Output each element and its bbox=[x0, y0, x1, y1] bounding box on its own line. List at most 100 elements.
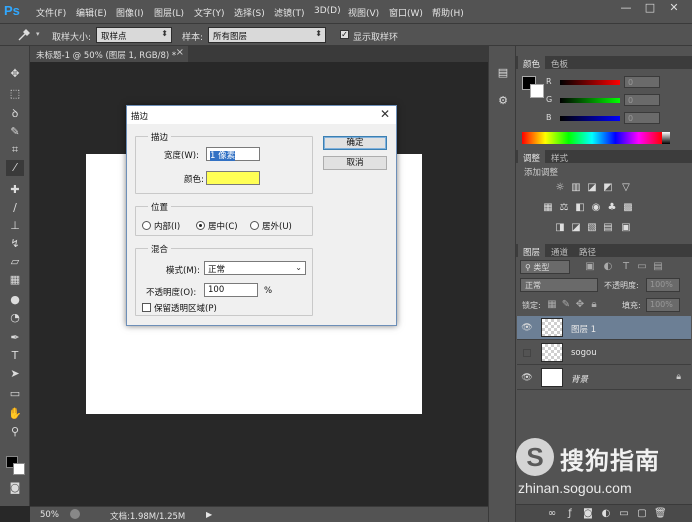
eye-icon[interactable]: 👁︎ bbox=[521, 322, 533, 334]
eraser-tool-icon[interactable]: ▱ bbox=[6, 254, 24, 270]
cancel-button[interactable]: 取消 bbox=[323, 156, 387, 170]
close-icon[interactable]: ✕ bbox=[380, 107, 390, 121]
zoom-level[interactable]: 50% bbox=[40, 510, 59, 520]
quick-select-tool-icon[interactable]: ✎ bbox=[6, 124, 24, 140]
lock-all-icon[interactable]: 🔒︎ bbox=[588, 299, 600, 311]
black-white-icon[interactable]: ◧ bbox=[574, 202, 586, 214]
dialog-titlebar[interactable]: 描边 ✕ bbox=[127, 106, 396, 124]
new-layer-icon[interactable]: ▢ bbox=[636, 508, 648, 520]
color-lookup-icon[interactable]: ▩ bbox=[622, 202, 634, 214]
menu-layer[interactable]: 图层(L) bbox=[154, 6, 184, 19]
vibrance-icon[interactable]: ▽ bbox=[620, 182, 632, 194]
menu-help[interactable]: 帮助(H) bbox=[432, 6, 464, 19]
hand-tool-icon[interactable]: ✋ bbox=[6, 406, 24, 422]
fx-icon[interactable]: ƒ bbox=[564, 508, 576, 520]
green-slider[interactable] bbox=[560, 98, 620, 103]
history-panel-icon[interactable]: ▤ bbox=[494, 64, 512, 82]
menu-image[interactable]: 图像(I) bbox=[116, 6, 144, 19]
blend-mode-select[interactable]: 正常 bbox=[520, 278, 598, 292]
adjustment-layer-icon[interactable]: ◐ bbox=[600, 508, 612, 520]
marquee-tool-icon[interactable]: ⬚ bbox=[6, 86, 24, 102]
layer-row[interactable]: 👁︎ 图层 1 bbox=[517, 316, 691, 340]
filter-shape-icon[interactable]: ▭ bbox=[636, 261, 648, 273]
hue-saturation-icon[interactable]: ▦ bbox=[542, 202, 554, 214]
mode-select[interactable]: 正常 ⌄ bbox=[204, 261, 306, 275]
photo-filter-icon[interactable]: ◉ bbox=[590, 202, 602, 214]
menu-window[interactable]: 窗口(W) bbox=[389, 6, 423, 19]
tab-paths[interactable]: 路径 bbox=[574, 244, 601, 258]
shape-tool-icon[interactable]: ▭ bbox=[6, 386, 24, 402]
color-balance-icon[interactable]: ⚖ bbox=[558, 202, 570, 214]
filter-smart-icon[interactable]: ▤ bbox=[652, 261, 664, 273]
new-group-icon[interactable]: ▭ bbox=[618, 508, 630, 520]
gradient-map-icon[interactable]: ▤ bbox=[602, 222, 614, 234]
menu-file[interactable]: 文件(F) bbox=[36, 6, 66, 19]
eyedropper-tool-icon[interactable]: ⁄ bbox=[6, 160, 24, 176]
threshold-icon[interactable]: ▧ bbox=[586, 222, 598, 234]
blue-value[interactable]: 0 bbox=[624, 112, 660, 124]
menu-select[interactable]: 选择(S) bbox=[234, 6, 265, 19]
link-layers-icon[interactable]: ∞ bbox=[546, 508, 558, 520]
red-value[interactable]: 0 bbox=[624, 76, 660, 88]
path-select-tool-icon[interactable]: ➤ bbox=[6, 366, 24, 382]
tab-swatches[interactable]: 色板 bbox=[546, 56, 573, 70]
restore-icon[interactable]: □ bbox=[638, 1, 662, 16]
grayscale-bar[interactable] bbox=[662, 132, 670, 144]
visibility-off-box[interactable] bbox=[523, 349, 531, 357]
quick-mask-icon[interactable]: ◙ bbox=[6, 480, 24, 496]
minimize-icon[interactable]: — bbox=[614, 1, 638, 16]
stroke-color-swatch[interactable] bbox=[206, 171, 260, 185]
layer-filter-select[interactable]: ⚲ 类型 bbox=[520, 260, 570, 274]
document-tab[interactable]: 未标题-1 @ 50% (图层 1, RGB/8) * × bbox=[30, 46, 188, 62]
type-tool-icon[interactable]: T bbox=[6, 348, 24, 364]
menu-edit[interactable]: 编辑(E) bbox=[76, 6, 107, 19]
tab-color[interactable]: 颜色 bbox=[518, 56, 546, 70]
trash-icon[interactable]: 🗑︎ bbox=[654, 508, 667, 520]
red-slider[interactable] bbox=[560, 80, 620, 85]
close-tab-icon[interactable]: × bbox=[176, 47, 184, 58]
crop-tool-icon[interactable]: ⌗ bbox=[6, 142, 24, 158]
status-menu-arrow-icon[interactable]: ▶ bbox=[206, 510, 212, 519]
eye-icon[interactable]: 👁︎ bbox=[521, 372, 533, 384]
green-value[interactable]: 0 bbox=[624, 94, 660, 106]
brush-tool-icon[interactable]: ∕ bbox=[6, 200, 24, 216]
show-ring-checkbox[interactable]: ✓ bbox=[340, 30, 349, 39]
lock-pixels-icon[interactable]: ✎ bbox=[560, 299, 572, 311]
exposure-icon[interactable]: ◩ bbox=[602, 182, 614, 194]
position-outside-radio[interactable] bbox=[250, 221, 259, 230]
lock-position-icon[interactable]: ✥ bbox=[574, 299, 586, 311]
lasso-tool-icon[interactable]: ꝺ bbox=[6, 106, 24, 122]
levels-icon[interactable]: ▥ bbox=[570, 182, 582, 194]
gradient-tool-icon[interactable]: ▦ bbox=[6, 272, 24, 288]
sample-select[interactable]: 所有图层 ⬍ bbox=[208, 27, 326, 43]
preserve-transparency-checkbox[interactable] bbox=[142, 303, 151, 312]
pen-tool-icon[interactable]: ✒ bbox=[6, 330, 24, 346]
posterize-icon[interactable]: ◪ bbox=[570, 222, 582, 234]
position-inside-radio[interactable] bbox=[142, 221, 151, 230]
channel-mixer-icon[interactable]: ♣ bbox=[606, 202, 618, 214]
menu-3d[interactable]: 3D(D) bbox=[314, 6, 341, 16]
tab-channels[interactable]: 通道 bbox=[546, 244, 573, 258]
filter-type-icon[interactable]: T bbox=[620, 261, 632, 273]
width-input[interactable]: 1 像素 bbox=[206, 147, 260, 161]
selective-color-icon[interactable]: ▣ bbox=[620, 222, 632, 234]
blur-tool-icon[interactable]: ● bbox=[6, 292, 24, 308]
close-icon[interactable]: ✕ bbox=[662, 1, 686, 16]
blue-slider[interactable] bbox=[560, 116, 620, 121]
properties-panel-icon[interactable]: ⚙ bbox=[494, 92, 512, 110]
dodge-tool-icon[interactable]: ◔ bbox=[6, 310, 24, 326]
layer-row[interactable]: sogou bbox=[517, 341, 691, 365]
curves-icon[interactable]: ◪ bbox=[586, 182, 598, 194]
eyedropper-icon[interactable] bbox=[16, 27, 32, 43]
zoom-tool-icon[interactable]: ⚲ bbox=[6, 424, 24, 440]
add-mask-icon[interactable]: ◙ bbox=[582, 508, 594, 520]
opacity-input[interactable]: 100 bbox=[204, 283, 258, 297]
menu-filter[interactable]: 滤镜(T) bbox=[274, 6, 305, 19]
menu-view[interactable]: 视图(V) bbox=[348, 6, 379, 19]
tab-layers[interactable]: 图层 bbox=[518, 244, 546, 258]
position-center-radio[interactable] bbox=[196, 221, 205, 230]
tab-styles[interactable]: 样式 bbox=[546, 150, 573, 164]
menu-type[interactable]: 文字(Y) bbox=[194, 6, 225, 19]
ok-button[interactable]: 确定 bbox=[323, 136, 387, 150]
brightness-icon[interactable]: ☼ bbox=[554, 182, 566, 194]
